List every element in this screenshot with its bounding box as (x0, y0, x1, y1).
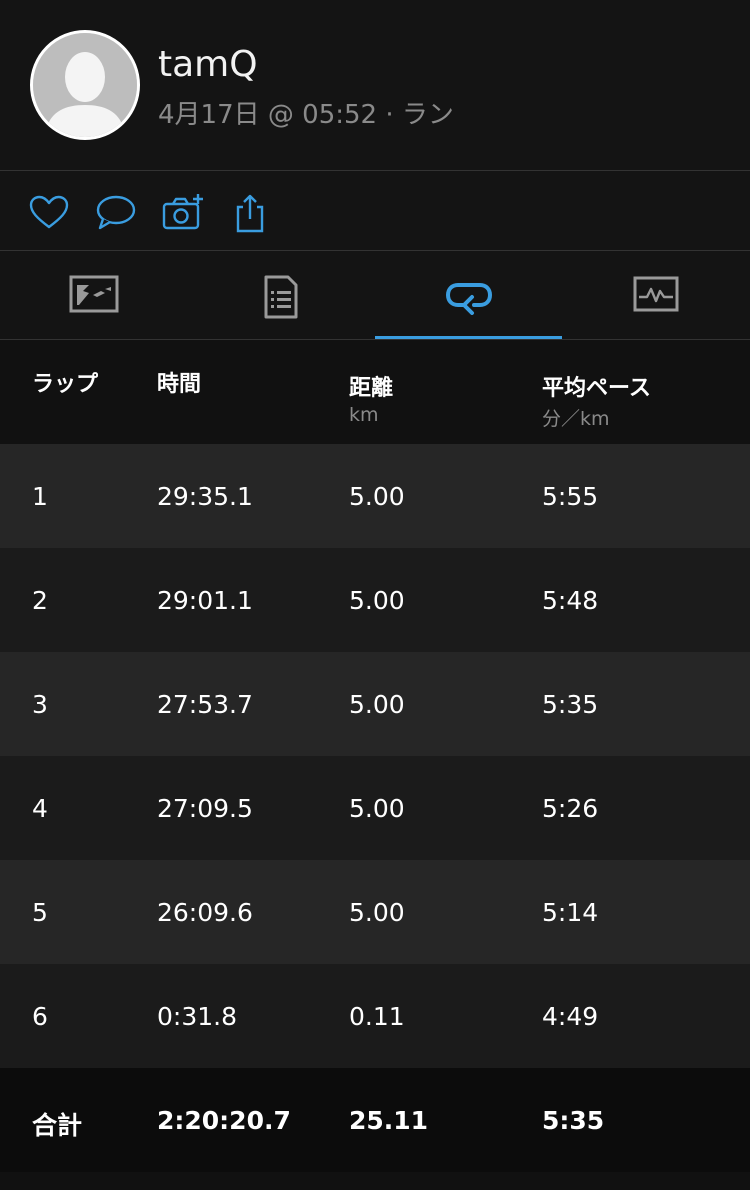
add-photo-button[interactable] (161, 193, 205, 233)
lap-pace: 5:48 (542, 586, 599, 615)
column-header-distance-unit: km (349, 404, 379, 426)
user-silhouette-icon (33, 33, 137, 137)
lap-number: 2 (32, 586, 48, 615)
lap-pace: 5:14 (542, 898, 599, 927)
table-row[interactable]: 4 27:09.5 5.00 5:26 (0, 756, 750, 860)
lap-time: 0:31.8 (157, 1002, 237, 1031)
share-icon (236, 194, 264, 233)
table-row[interactable]: 6 0:31.8 0.11 4:49 (0, 964, 750, 1068)
like-button[interactable] (27, 193, 71, 233)
activity-header: tamQ 4月17日 @ 05:52 · ラン (0, 0, 750, 170)
column-header-distance-label: 距離 (349, 376, 394, 401)
lap-number: 5 (32, 898, 48, 927)
lap-distance: 5.00 (349, 690, 405, 719)
table-row[interactable]: 3 27:53.7 5.00 5:35 (0, 652, 750, 756)
tab-map[interactable] (0, 251, 187, 339)
lap-number: 4 (32, 794, 48, 823)
column-header-pace: 平均ペース 分／km (542, 370, 651, 431)
avatar[interactable] (30, 30, 140, 140)
tab-bar (0, 251, 750, 339)
column-header-lap: ラップ (32, 372, 99, 397)
lap-number: 3 (32, 690, 48, 719)
tab-details[interactable] (187, 251, 374, 339)
tab-chart[interactable] (562, 251, 749, 339)
total-label: 合計 (32, 1111, 83, 1140)
total-time: 2:20:20.7 (157, 1106, 291, 1135)
lap-distance: 5.00 (349, 898, 405, 927)
lap-number: 1 (32, 482, 48, 511)
heart-icon (29, 195, 69, 229)
lap-distance: 5.00 (349, 586, 405, 615)
user-name[interactable]: tamQ (158, 44, 258, 85)
lap-pace: 5:35 (542, 690, 599, 719)
table-row[interactable]: 1 29:35.1 5.00 5:55 (0, 444, 750, 548)
details-icon (264, 275, 297, 319)
column-header-time: 時間 (157, 372, 202, 397)
column-header-pace-label: 平均ペース (542, 376, 651, 401)
activity-meta: 4月17日 @ 05:52 · ラン (158, 100, 454, 130)
total-row: 合計 2:20:20.7 25.11 5:35 (0, 1068, 750, 1172)
table-row[interactable]: 2 29:01.1 5.00 5:48 (0, 548, 750, 652)
lap-time: 26:09.6 (157, 898, 253, 927)
total-pace: 5:35 (542, 1106, 605, 1135)
action-bar (0, 171, 750, 250)
comment-icon (96, 195, 136, 230)
lap-number: 6 (32, 1002, 48, 1031)
comment-button[interactable] (94, 193, 138, 233)
chart-icon (633, 276, 678, 312)
lap-time: 29:01.1 (157, 586, 253, 615)
column-header-distance: 距離 km (349, 370, 393, 426)
share-button[interactable] (228, 193, 272, 233)
laps-icon (445, 283, 492, 315)
lap-pace: 4:49 (542, 1002, 599, 1031)
total-distance: 25.11 (349, 1106, 429, 1135)
lap-pace: 5:55 (542, 482, 599, 511)
lap-time: 27:53.7 (157, 690, 253, 719)
lap-distance: 0.11 (349, 1002, 405, 1031)
map-icon (69, 275, 118, 313)
column-header-pace-unit: 分／km (542, 408, 610, 430)
tab-laps[interactable] (375, 251, 562, 339)
lap-time: 29:35.1 (157, 482, 253, 511)
lap-pace: 5:26 (542, 794, 599, 823)
lap-time: 27:09.5 (157, 794, 253, 823)
lap-distance: 5.00 (349, 482, 405, 511)
table-row[interactable]: 5 26:09.6 5.00 5:14 (0, 860, 750, 964)
laps-table-header: ラップ 時間 距離 km 平均ペース 分／km (0, 340, 750, 444)
add-photo-icon (162, 194, 203, 230)
lap-distance: 5.00 (349, 794, 405, 823)
